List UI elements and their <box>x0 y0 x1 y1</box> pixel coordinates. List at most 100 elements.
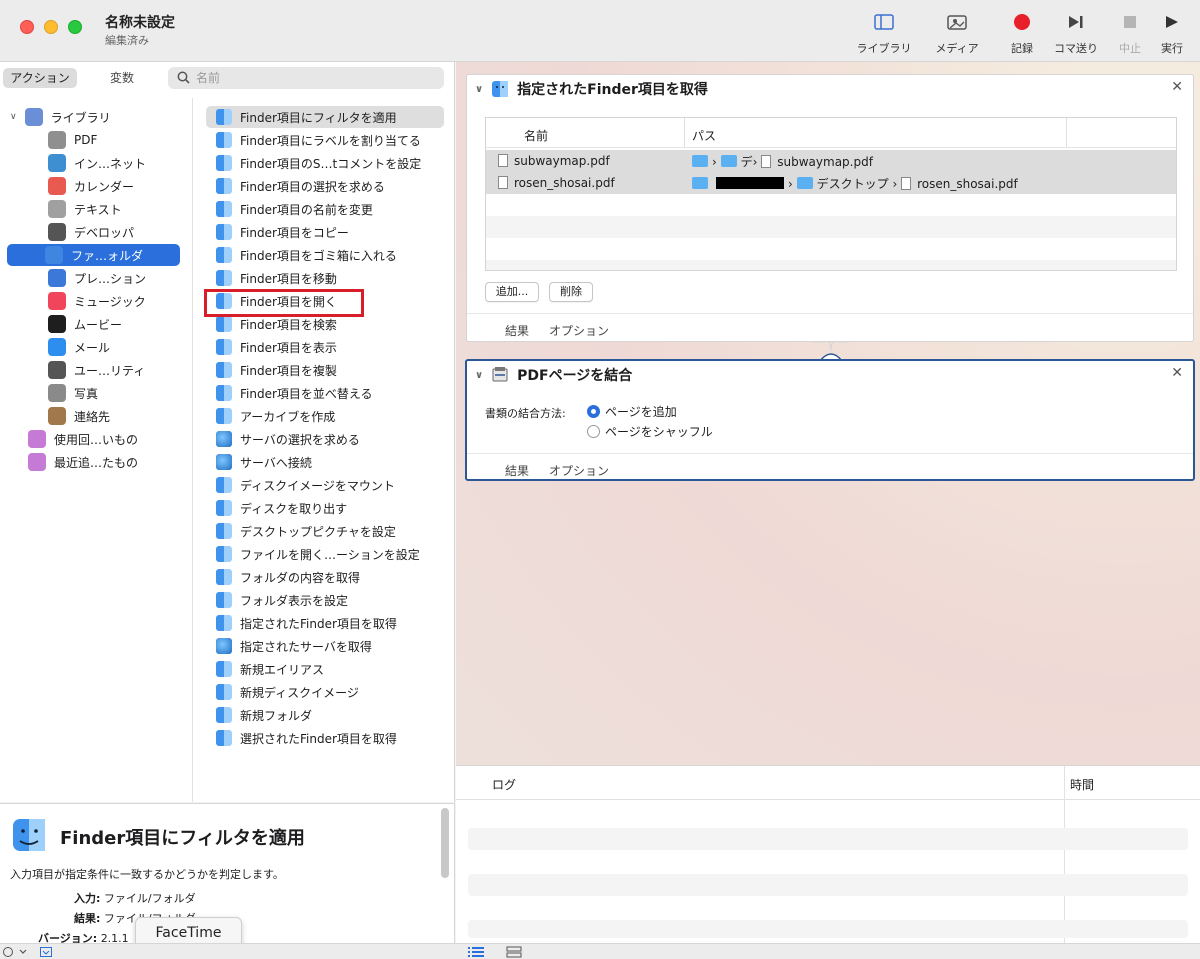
category-label: ライブラリ <box>50 110 111 125</box>
column-header-name[interactable]: 名前 <box>524 127 548 144</box>
media-button[interactable]: メディア <box>930 10 984 56</box>
action-item[interactable]: ディスクを取り出す <box>206 497 444 519</box>
delete-button[interactable]: 削除 <box>549 282 593 302</box>
action-label: Finder項目のS…tコメントを設定 <box>240 156 422 171</box>
table-row[interactable]: subwaymap.pdf › デ› subwaymap.pdf <box>486 150 1176 172</box>
more-icon[interactable] <box>2 947 28 957</box>
radio-shuffle-pages[interactable]: ページをシャッフル <box>587 423 713 440</box>
tab-options[interactable]: オプション <box>549 462 609 479</box>
action-item[interactable]: サーバの選択を求める <box>206 428 444 450</box>
category-item[interactable]: ファ…ォルダ <box>7 244 180 266</box>
action-label: Finder項目を複製 <box>240 363 337 378</box>
search-input[interactable]: 名前 <box>168 67 444 89</box>
category-item[interactable]: ユー…リティ <box>48 359 178 381</box>
action-label: ファイルを開く…ーションを設定 <box>240 547 420 562</box>
action-item[interactable]: 指定されたサーバを取得 <box>206 635 444 657</box>
action-item[interactable]: 新規フォルダ <box>206 704 444 726</box>
action-item[interactable]: 新規ディスクイメージ <box>206 681 444 703</box>
list-view-icon[interactable] <box>468 947 484 957</box>
record-button[interactable]: 記録 <box>1005 10 1039 56</box>
action-item[interactable]: フォルダ表示を設定 <box>206 589 444 611</box>
action-item[interactable]: フォルダの内容を取得 <box>206 566 444 588</box>
finder-icon <box>216 339 232 355</box>
category-item[interactable]: ∨ ライブラリ <box>10 106 140 128</box>
action-item[interactable]: Finder項目の選択を求める <box>206 175 444 197</box>
run-button[interactable]: 実行 <box>1156 10 1188 56</box>
tab-results[interactable]: 結果 <box>505 322 529 339</box>
category-item[interactable]: 写真 <box>48 382 178 404</box>
category-item[interactable]: 連絡先 <box>48 405 178 427</box>
action-item[interactable]: Finder項目のS…tコメントを設定 <box>206 152 444 174</box>
action-card-combine-pdf[interactable]: ∨ PDFページを結合 ✕ 書類の結合方法: ページを追加 ページをシャッフル … <box>465 359 1195 481</box>
search-icon <box>177 71 190 84</box>
action-item[interactable]: 新規エイリアス <box>206 658 444 680</box>
category-item[interactable]: プレ…ション <box>48 267 178 289</box>
input-type: 入力: ファイル/フォルダ <box>74 892 196 905</box>
category-item[interactable]: ムービー <box>48 313 178 335</box>
log-pane: ログ 時間 <box>456 765 1200 944</box>
finder-icon <box>216 316 232 332</box>
action-item[interactable]: Finder項目にフィルタを適用 <box>206 106 444 128</box>
category-item[interactable]: イン…ネット <box>48 152 178 174</box>
file-name: subwaymap.pdf <box>514 154 610 168</box>
finder-icon <box>216 523 232 539</box>
action-item[interactable]: 選択されたFinder項目を取得 <box>206 727 444 749</box>
chevron-down-icon[interactable]: ∨ <box>475 84 483 95</box>
category-item[interactable]: デベロッパ <box>48 221 178 243</box>
connector-icon <box>814 341 848 361</box>
action-item[interactable]: Finder項目をゴミ箱に入れる <box>206 244 444 266</box>
close-window-button[interactable] <box>20 20 34 34</box>
action-item[interactable]: ファイルを開く…ーションを設定 <box>206 543 444 565</box>
category-item[interactable]: 使用回…いもの <box>28 428 158 450</box>
stop-button[interactable]: 中止 <box>1114 10 1146 56</box>
action-item[interactable]: Finder項目を移動 <box>206 267 444 289</box>
library-button[interactable]: ライブラリ <box>853 10 915 56</box>
action-item[interactable]: サーバへ接続 <box>206 451 444 473</box>
action-item[interactable]: Finder項目を表示 <box>206 336 444 358</box>
action-card-get-finder-items[interactable]: ∨ 指定されたFinder項目を取得 ✕ 名前 パス subwaymap.pdf… <box>466 74 1194 342</box>
action-item[interactable]: Finder項目にラベルを割り当てる <box>206 129 444 151</box>
action-item[interactable]: デスクトップピクチャを設定 <box>206 520 444 542</box>
category-item[interactable]: テキスト <box>48 198 178 220</box>
table-row[interactable]: rosen_shosai.pdf › デスクトップ › rosen_shosai… <box>486 172 1176 194</box>
description-toggle-icon[interactable] <box>40 947 52 957</box>
action-item[interactable]: アーカイブを作成 <box>206 405 444 427</box>
step-button[interactable]: コマ送り <box>1050 10 1102 56</box>
category-item[interactable]: メール <box>48 336 178 358</box>
presentation-icon <box>48 269 66 287</box>
action-item[interactable]: Finder項目をコピー <box>206 221 444 243</box>
add-button[interactable]: 追加... <box>485 282 539 302</box>
tab-results[interactable]: 結果 <box>505 462 529 479</box>
category-item[interactable]: ミュージック <box>48 290 178 312</box>
chevron-down-icon[interactable]: ∨ <box>475 370 483 381</box>
folder-icon <box>720 154 737 167</box>
minimize-window-button[interactable] <box>44 20 58 34</box>
category-label: ユー…リティ <box>74 363 146 378</box>
sidebar-icon <box>853 10 915 34</box>
action-item[interactable]: Finder項目を複製 <box>206 359 444 381</box>
finder-icon <box>216 155 232 171</box>
tab-options[interactable]: オプション <box>549 322 609 339</box>
workflow-area[interactable]: ∨ 指定されたFinder項目を取得 ✕ 名前 パス subwaymap.pdf… <box>456 62 1200 765</box>
category-item[interactable]: カレンダー <box>48 175 178 197</box>
tab-actions[interactable]: アクション <box>3 68 77 88</box>
description-scrollbar[interactable] <box>441 808 449 878</box>
category-item[interactable]: PDF <box>48 129 178 151</box>
action-item[interactable]: Finder項目を並べ替える <box>206 382 444 404</box>
globe-icon <box>216 431 232 447</box>
category-item[interactable]: 最近追…たもの <box>28 451 158 473</box>
split-view-icon[interactable] <box>506 946 522 958</box>
action-label: Finder項目にフィルタを適用 <box>240 110 397 125</box>
action-item[interactable]: 指定されたFinder項目を取得 <box>206 612 444 634</box>
tab-variables[interactable]: 変数 <box>84 68 160 88</box>
window-title: 名称未設定 <box>105 15 175 31</box>
action-item[interactable]: Finder項目の名前を変更 <box>206 198 444 220</box>
close-icon[interactable]: ✕ <box>1171 365 1183 381</box>
radio-add-pages[interactable]: ページを追加 <box>587 403 677 420</box>
column-header-path[interactable]: パス <box>692 127 716 144</box>
action-item[interactable]: ディスクイメージをマウント <box>206 474 444 496</box>
close-icon[interactable]: ✕ <box>1171 79 1183 95</box>
chevron-down-icon[interactable]: ∨ <box>10 112 17 122</box>
zoom-window-button[interactable] <box>68 20 82 34</box>
finder-icon <box>216 178 232 194</box>
